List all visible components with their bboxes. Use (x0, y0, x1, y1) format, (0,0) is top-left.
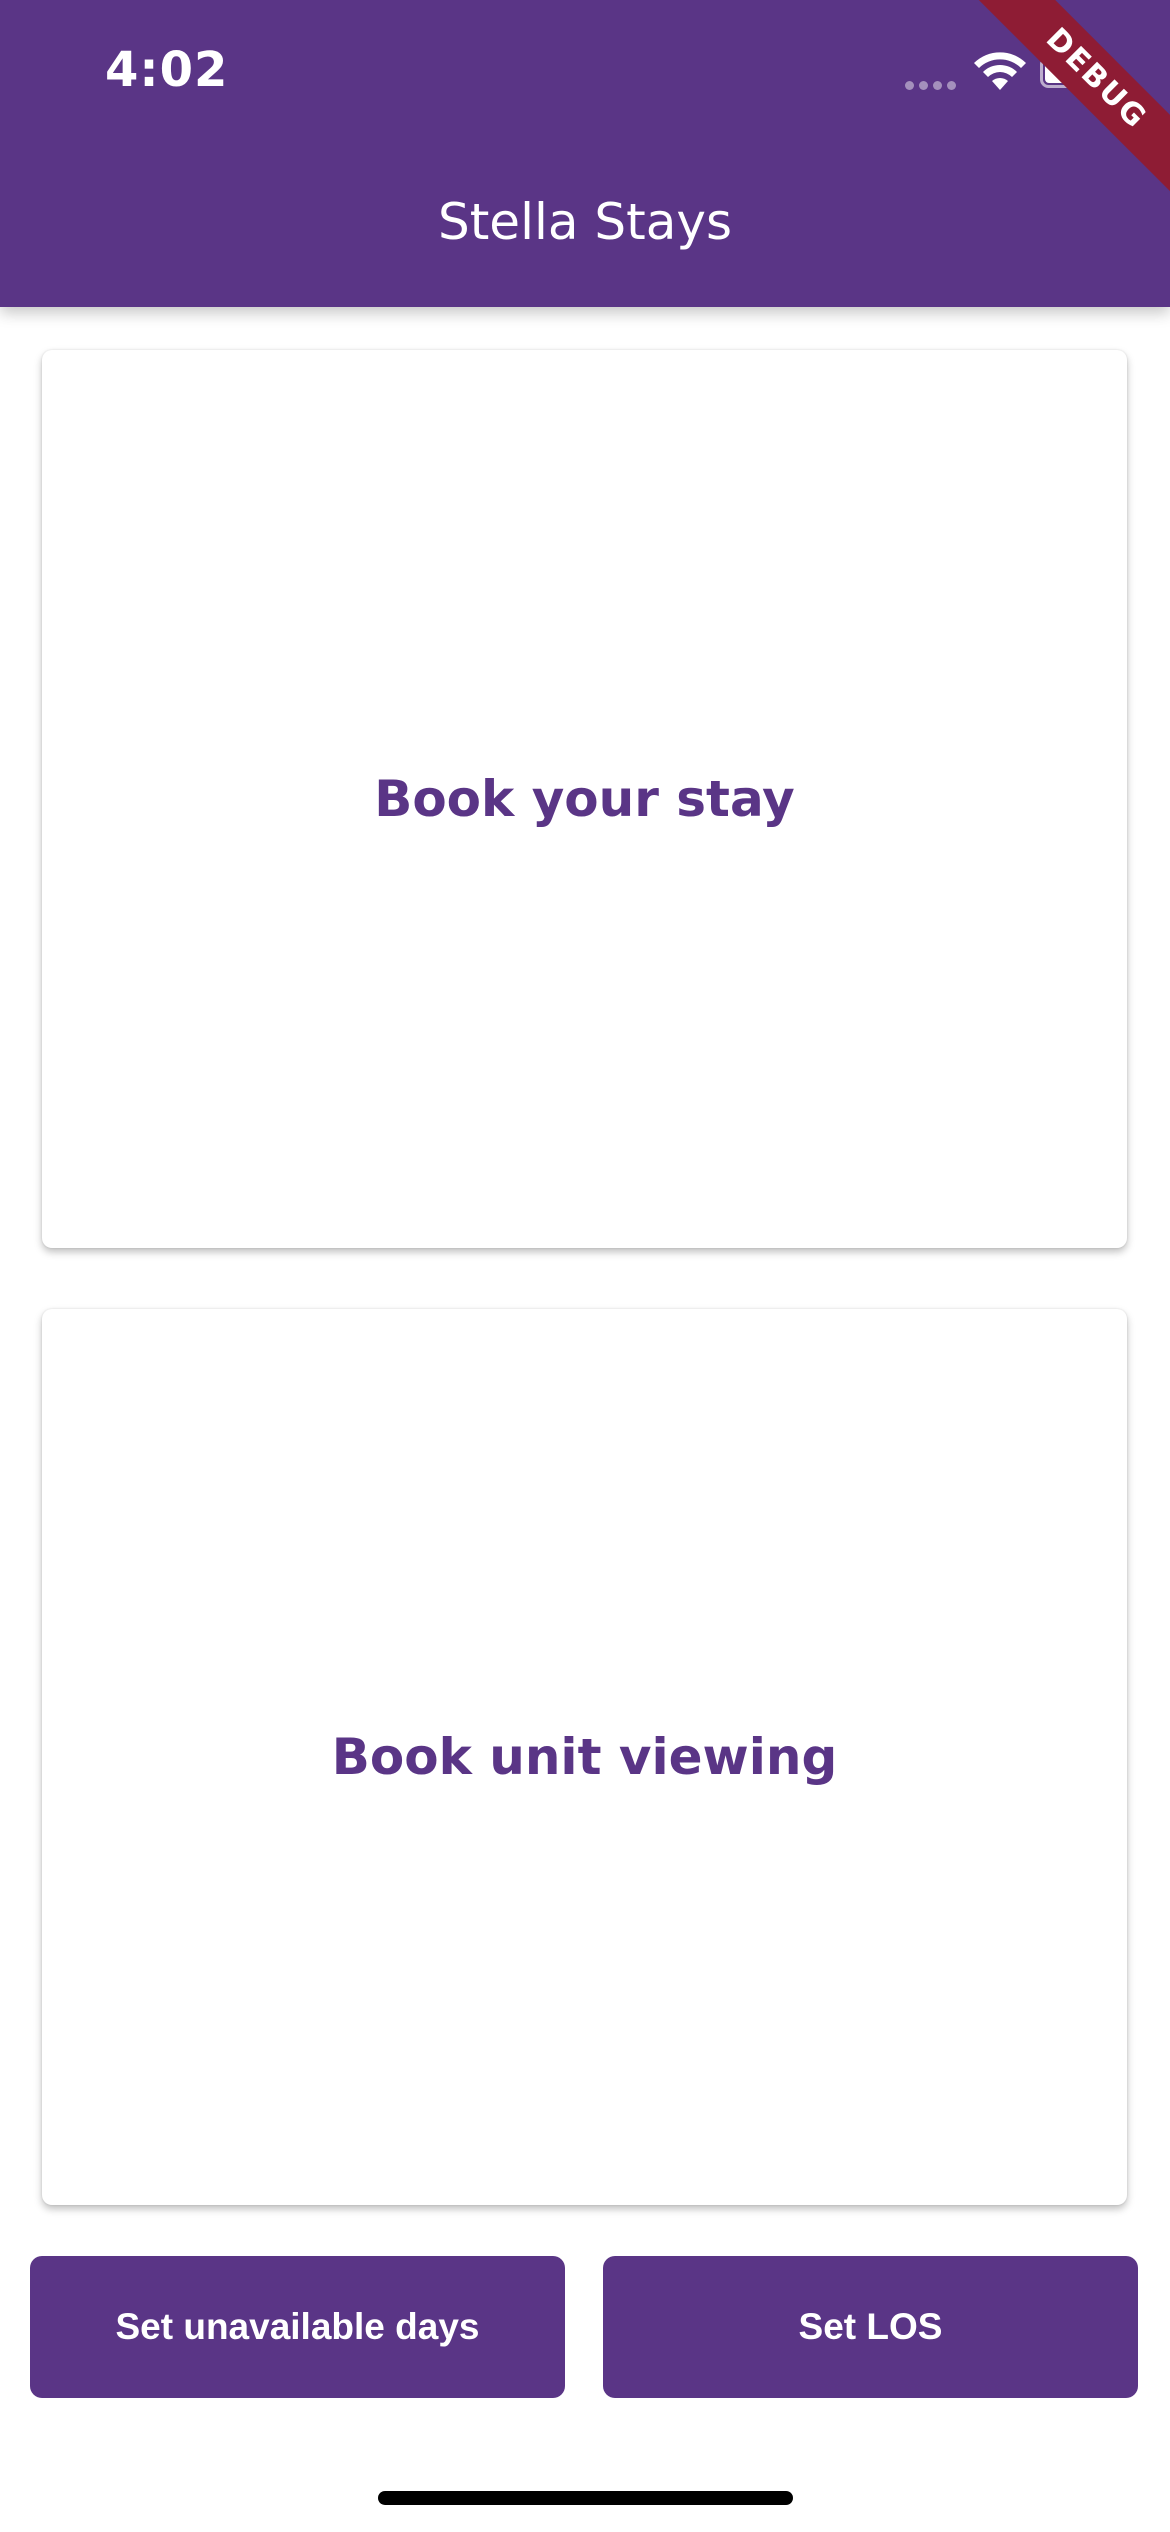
app-screen: 4:02 Stella Stays DEBUG Book your stay B… (0, 0, 1170, 2532)
set-unavailable-days-button[interactable]: Set unavailable days (30, 2256, 565, 2398)
book-unit-viewing-card[interactable]: Book unit viewing (42, 1309, 1127, 2205)
book-your-stay-card[interactable]: Book your stay (42, 350, 1127, 1248)
wifi-icon (974, 52, 1026, 90)
book-your-stay-label: Book your stay (374, 770, 795, 828)
home-indicator[interactable] (378, 2491, 793, 2505)
book-unit-viewing-label: Book unit viewing (331, 1728, 838, 1786)
set-los-button[interactable]: Set LOS (603, 2256, 1138, 2398)
status-time: 4:02 (105, 42, 229, 98)
app-title: Stella Stays (437, 193, 733, 251)
app-bar: 4:02 Stella Stays (0, 0, 1170, 307)
cellular-signal-icon (905, 81, 956, 90)
